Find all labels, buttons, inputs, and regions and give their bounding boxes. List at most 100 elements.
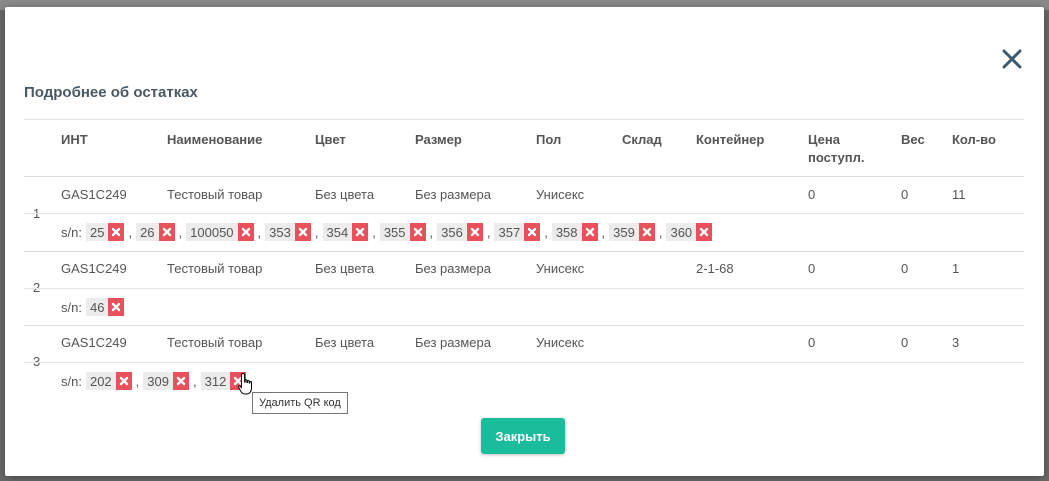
- serial-separator: ,: [135, 373, 140, 389]
- row-serials: s/n: 25, 26, 100050, 353, 354, 355, 356,…: [24, 214, 1024, 250]
- column-header-container: Контейнер: [696, 132, 765, 147]
- delete-x-icon[interactable]: [115, 372, 132, 390]
- delete-x-icon[interactable]: [294, 223, 311, 241]
- delete-x-icon[interactable]: [409, 223, 426, 241]
- serial-tag: 357: [494, 223, 541, 241]
- serial-value: 46: [89, 299, 105, 315]
- cell-gender: Унисекс: [536, 261, 585, 276]
- cell-qty: 1: [952, 261, 960, 276]
- serial-tag: 25: [85, 223, 125, 241]
- table-row: 2 GAS1C249 Тестовый товар Без цвета Без …: [24, 252, 1024, 326]
- serial-value: 355: [383, 224, 406, 240]
- serial-list: s/n: 25, 26, 100050, 353, 354, 355, 356,…: [61, 223, 713, 241]
- serial-tag: 355: [379, 223, 426, 241]
- cell-size: Без размера: [415, 187, 491, 202]
- serial-value: 353: [269, 224, 291, 240]
- cell-price: 0: [808, 335, 816, 350]
- hand-pointer-icon: [237, 372, 255, 396]
- serial-separator: ,: [178, 224, 183, 240]
- cell-qty: 11: [952, 187, 966, 202]
- serial-value: 357: [498, 224, 521, 240]
- serial-separator: ,: [601, 224, 606, 240]
- serial-separator: ,: [257, 224, 262, 240]
- serial-tag: 100050: [186, 223, 254, 241]
- serial-tag: 309: [143, 372, 189, 390]
- cell-int: GAS1C249: [61, 261, 127, 276]
- serial-value: 358: [555, 224, 578, 240]
- serial-value: 354: [326, 224, 349, 240]
- serial-label: s/n:: [61, 373, 82, 389]
- delete-x-icon[interactable]: [108, 298, 125, 316]
- serial-separator: ,: [193, 373, 197, 389]
- cell-color: Без цвета: [315, 261, 375, 276]
- serial-separator: ,: [429, 224, 434, 240]
- serial-tag: 353: [265, 223, 311, 241]
- cell-color: Без цвета: [315, 335, 375, 350]
- row-serials: s/n: 202, 309, 312: [24, 363, 1024, 399]
- serial-label: s/n:: [61, 299, 82, 315]
- cell-name: Тестовый товар: [167, 187, 263, 202]
- serial-value: 100050: [190, 224, 234, 240]
- serial-value: 360: [670, 224, 693, 240]
- serial-separator: ,: [128, 224, 133, 240]
- serial-separator: ,: [544, 224, 548, 240]
- delete-x-icon[interactable]: [524, 223, 541, 241]
- delete-x-icon[interactable]: [108, 223, 125, 241]
- serial-label: s/n:: [61, 224, 82, 240]
- column-header-gender: Пол: [536, 132, 562, 147]
- column-header-size: Размер: [415, 132, 462, 147]
- cell-name: Тестовый товар: [167, 335, 263, 350]
- serial-tag: 359: [609, 223, 655, 241]
- column-header-name: Наименование: [167, 132, 263, 147]
- cell-size: Без размера: [415, 335, 491, 350]
- row-details: GAS1C249 Тестовый товар Без цвета Без ра…: [24, 177, 1024, 214]
- close-button[interactable]: Закрыть: [481, 418, 565, 454]
- cell-qty: 3: [952, 335, 960, 350]
- delete-x-icon[interactable]: [352, 223, 369, 241]
- table-header-row: ИНТ Наименование Цвет Размер Пол Склад К…: [24, 120, 1024, 177]
- column-header-qty: Кол-во: [952, 132, 996, 147]
- serial-value: 25: [89, 224, 105, 240]
- cell-price: 0: [808, 187, 816, 202]
- cell-color: Без цвета: [315, 187, 375, 202]
- delete-x-icon[interactable]: [638, 223, 655, 241]
- cell-weight: 0: [901, 335, 909, 350]
- cell-price: 0: [808, 261, 816, 276]
- column-header-color: Цвет: [315, 132, 346, 147]
- column-header-warehouse: Склад: [622, 132, 662, 147]
- cell-gender: Унисекс: [536, 187, 585, 202]
- delete-x-icon[interactable]: [173, 372, 189, 390]
- serial-separator: ,: [314, 224, 319, 240]
- cell-int: GAS1C249: [61, 187, 127, 202]
- cell-weight: 0: [901, 261, 909, 276]
- row-serials: s/n: 46: [24, 289, 1024, 325]
- cell-container: 2-1-68: [696, 261, 734, 276]
- cell-size: Без размера: [415, 261, 491, 276]
- serial-tag: 354: [322, 223, 369, 241]
- delete-qr-tooltip: Удалить QR код: [252, 392, 348, 414]
- serial-value: 309: [147, 373, 169, 389]
- serial-value: 202: [89, 373, 112, 389]
- modal-title: Подробнее об остатках: [24, 84, 198, 101]
- serial-tag: 358: [551, 223, 598, 241]
- serial-value: 359: [613, 224, 635, 240]
- delete-x-icon[interactable]: [581, 223, 598, 241]
- serial-list: s/n: 46: [61, 298, 125, 316]
- table-row: 3 GAS1C249 Тестовый товар Без цвета Без …: [24, 326, 1024, 399]
- cell-int: GAS1C249: [61, 335, 127, 350]
- column-header-int: ИНТ: [61, 132, 88, 147]
- cell-name: Тестовый товар: [167, 261, 263, 276]
- delete-x-icon[interactable]: [696, 223, 713, 241]
- serial-separator: ,: [658, 224, 663, 240]
- close-icon[interactable]: [1000, 47, 1024, 71]
- column-header-price: Цена поступл.: [808, 132, 865, 165]
- delete-x-icon[interactable]: [237, 223, 254, 241]
- serial-tag: 356: [437, 223, 483, 241]
- delete-x-icon[interactable]: [158, 223, 175, 241]
- stock-details-modal: Подробнее об остатках ИНТ Наименование Ц…: [5, 7, 1044, 476]
- row-details: GAS1C249 Тестовый товар Без цвета Без ра…: [24, 326, 1024, 363]
- serial-list: s/n: 202, 309, 312: [61, 372, 247, 390]
- serial-tag: 202: [85, 372, 132, 390]
- delete-x-icon[interactable]: [466, 223, 483, 241]
- serial-value: 26: [140, 224, 155, 240]
